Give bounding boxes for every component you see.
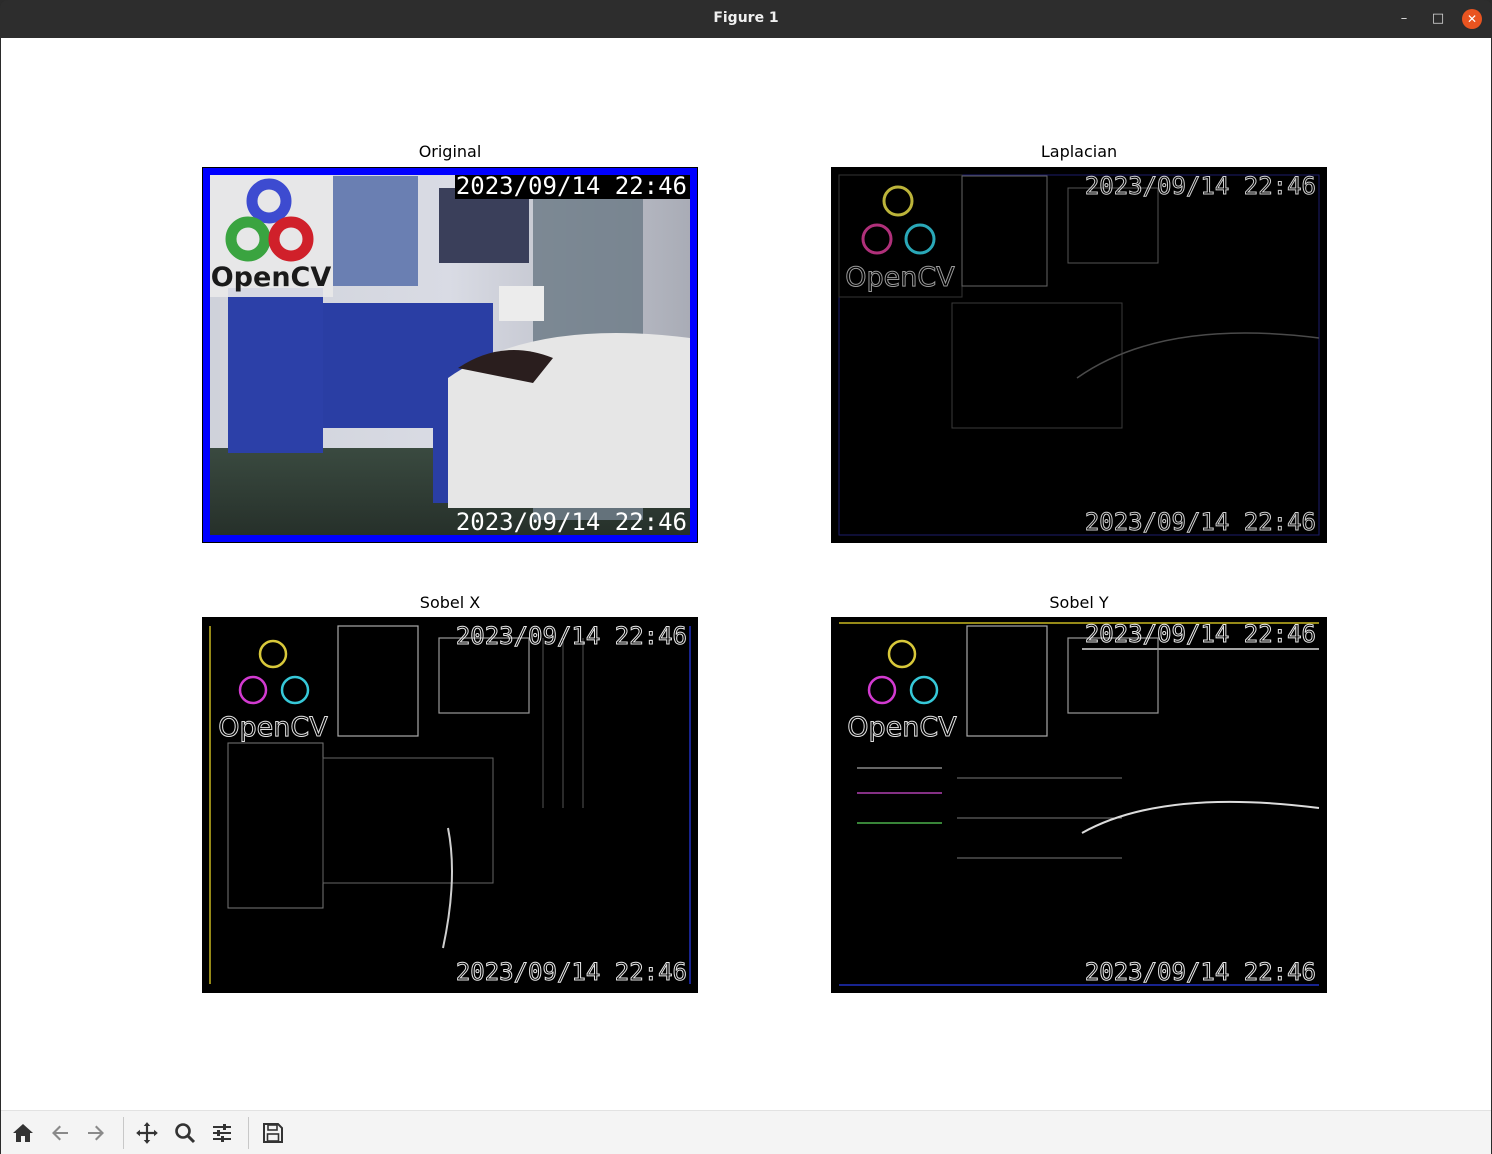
home-button[interactable] xyxy=(9,1119,37,1147)
timestamp-top: 2023/09/14 22:46 xyxy=(456,172,687,200)
image-axes-original[interactable]: OpenCV 2023/09/14 22:46 2023/09/14 22:46 xyxy=(202,167,698,543)
save-button[interactable] xyxy=(259,1119,287,1147)
timestamp-bottom: 2023/09/14 22:46 xyxy=(1085,958,1316,986)
toolbar-separator xyxy=(123,1117,124,1149)
figure-window: Figure 1 – □ ✕ Original OpenCV 2023/09/1… xyxy=(0,0,1492,1154)
toolbar-separator xyxy=(248,1117,249,1149)
timestamp-bottom: 2023/09/14 22:46 xyxy=(456,508,687,536)
opencv-logo-text: OpenCV xyxy=(211,262,332,293)
timestamp-top: 2023/09/14 22:46 xyxy=(1085,620,1316,648)
forward-arrow-icon xyxy=(88,1125,104,1141)
timestamp-top: 2023/09/14 22:46 xyxy=(1085,172,1316,200)
subplot-title-laplacian: Laplacian xyxy=(1040,142,1118,161)
timestamp-bottom: 2023/09/14 22:46 xyxy=(456,958,687,986)
close-button[interactable]: ✕ xyxy=(1462,9,1482,29)
window-title: Figure 1 xyxy=(713,10,779,26)
figure-canvas[interactable]: Original OpenCV 2023/09/14 22:46 2023/09… xyxy=(1,38,1491,1110)
forward-button[interactable] xyxy=(82,1119,110,1147)
subplot-title-original: Original xyxy=(418,142,482,161)
back-arrow-icon xyxy=(52,1125,68,1141)
pan-icon xyxy=(136,1122,158,1144)
zoom-icon xyxy=(175,1123,196,1144)
timestamp-bottom: 2023/09/14 22:46 xyxy=(1085,508,1316,536)
opencv-logo-text: OpenCV xyxy=(847,712,957,743)
subplot-title-sobel-x: Sobel X xyxy=(419,593,481,612)
pan-button[interactable] xyxy=(133,1119,161,1147)
maximize-button[interactable]: □ xyxy=(1428,9,1448,29)
back-button[interactable] xyxy=(46,1119,74,1147)
image-axes-laplacian[interactable]: OpenCV 2023/09/14 22:46 2023/09/14 22:46 xyxy=(831,167,1327,543)
save-icon xyxy=(263,1123,283,1143)
timestamp-top: 2023/09/14 22:46 xyxy=(456,622,687,650)
home-icon xyxy=(13,1124,33,1142)
configure-subplots-icon xyxy=(213,1124,231,1142)
zoom-button[interactable] xyxy=(171,1119,199,1147)
opencv-logo-text: OpenCV xyxy=(218,712,328,743)
configure-subplots-button[interactable] xyxy=(208,1119,236,1147)
minimize-button[interactable]: – xyxy=(1394,9,1414,29)
opencv-logo-text: OpenCV xyxy=(845,262,955,293)
navigation-toolbar xyxy=(1,1110,1491,1154)
subplot-title-sobel-y: Sobel Y xyxy=(1049,593,1109,612)
image-axes-sobel-y[interactable]: OpenCV 2023/09/14 22:46 2023/09/14 22:46 xyxy=(831,617,1327,993)
title-bar[interactable]: Figure 1 – □ ✕ xyxy=(0,0,1492,38)
image-axes-sobel-x[interactable]: OpenCV 2023/09/14 22:46 2023/09/14 22:46 xyxy=(202,617,698,993)
